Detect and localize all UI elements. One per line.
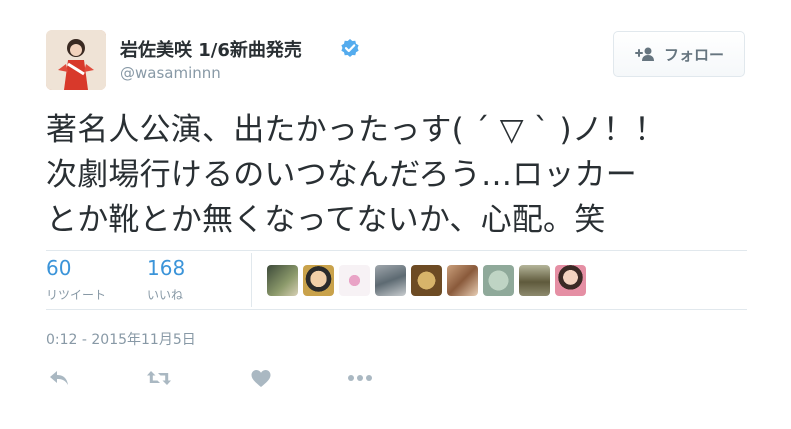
liker-avatar[interactable] [411,265,442,296]
liker-avatar[interactable] [555,265,586,296]
liker-avatar[interactable] [267,265,298,296]
retweet-label: リツイート [46,288,107,302]
retweet-stat[interactable]: 60 リツイート [46,256,106,303]
like-stat[interactable]: 168 いいね [147,256,185,303]
like-label: いいね [147,288,184,302]
display-name[interactable]: 岩佐美咲 1/6新曲発売 [120,36,302,62]
retweet-icon [147,371,171,385]
liker-avatar[interactable] [447,265,478,296]
stats-separator [251,253,252,307]
retweet-button[interactable] [146,368,172,388]
liker-avatar[interactable] [339,265,370,296]
liker-avatar[interactable] [303,265,334,296]
tweet-text: 著名人公演、出たかったっす( ´ ▽ ` )ノ！！ 次劇場行けるのいつなんだろう… [46,108,751,243]
tweet-text-line: 著名人公演、出たかったっす( ´ ▽ ` )ノ！！ [46,112,666,148]
follow-button[interactable]: フォロー [613,31,745,77]
more-icon [348,375,372,381]
liker-avatar[interactable] [483,265,514,296]
more-button[interactable] [347,368,373,388]
divider [46,309,747,310]
tweet-card: 岩佐美咲 1/6新曲発売 @wasaminnn フォロー 著名人公演、出たかった… [0,0,791,429]
likers-list [267,265,586,296]
reply-icon [50,371,68,385]
verified-badge-icon [341,39,359,57]
tweet-text-line: 次劇場行けるのいつなんだろう…ロッカー [46,157,637,193]
timestamp[interactable]: 0:12 - 2015年11月5日 [46,329,196,349]
divider [46,250,747,251]
follow-button-label: フォロー [663,45,724,64]
heart-icon [251,369,271,387]
reply-button[interactable] [46,368,72,388]
like-button[interactable] [248,368,274,388]
screen-name[interactable]: @wasaminnn [120,64,221,82]
retweet-count: 60 [46,256,72,280]
avatar[interactable] [46,30,106,90]
liker-avatar[interactable] [519,265,550,296]
tweet-text-line: とか靴とか無くなってないか、心配。笑 [46,202,606,238]
like-count: 168 [147,256,186,280]
liker-avatar[interactable] [375,265,406,296]
add-user-icon [634,47,654,61]
